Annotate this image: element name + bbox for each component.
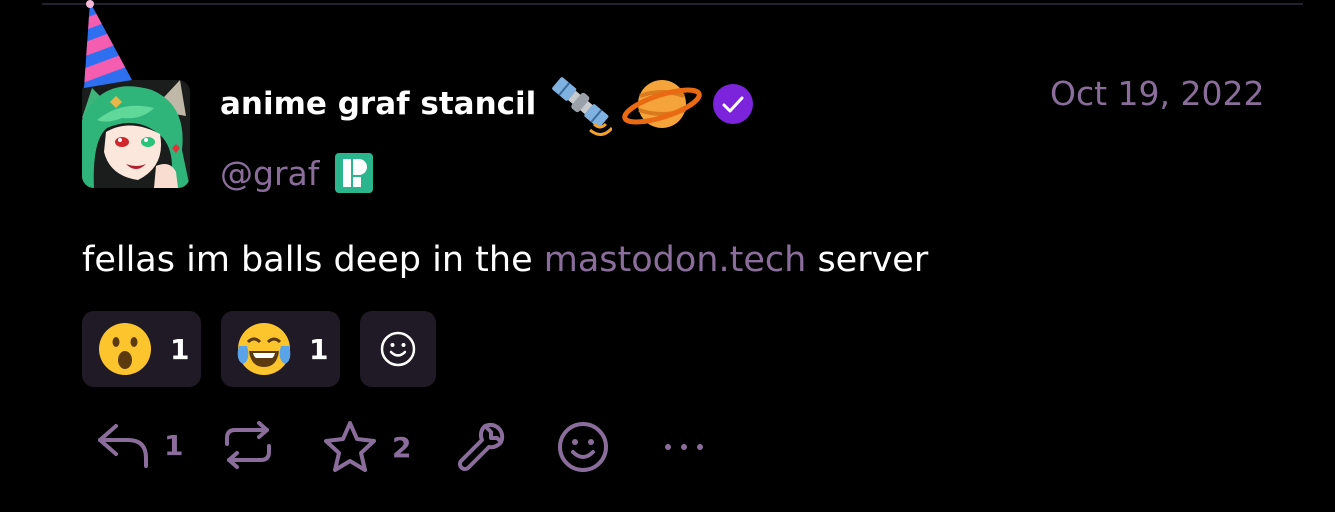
actions-button[interactable]	[455, 420, 507, 472]
favorite-count: 2	[392, 430, 412, 464]
add-reaction-button[interactable]	[360, 311, 436, 387]
author-name-row: anime graf stancil	[220, 66, 754, 142]
party-hat-icon	[84, 0, 132, 88]
display-name[interactable]: anime graf stancil	[220, 86, 536, 122]
reaction-laughing[interactable]: 1	[221, 311, 340, 387]
pleroma-icon	[335, 153, 374, 193]
user-handle[interactable]: @graf	[220, 154, 319, 193]
smiley-icon	[558, 422, 608, 472]
reaction-surprised[interactable]: 1	[82, 311, 201, 387]
avatar[interactable]	[82, 80, 190, 188]
star-icon	[324, 421, 376, 472]
face-with-open-mouth-icon	[99, 323, 151, 375]
handle-row: @graf	[220, 150, 374, 196]
ringed-planet-emoji-icon	[622, 80, 703, 128]
post-text-end: server	[806, 240, 929, 280]
post: anime graf stancil @graf Oct 19, 2022 fe…	[0, 0, 1335, 512]
reply-count: 1	[164, 428, 184, 462]
divider	[42, 3, 1303, 5]
reply-icon	[98, 424, 148, 468]
favorite-button[interactable]: 2	[322, 420, 411, 474]
react-button[interactable]	[556, 420, 610, 474]
more-button[interactable]	[662, 420, 708, 474]
post-text-start: fellas im balls deep in the	[82, 240, 544, 280]
post-content: fellas im balls deep in the mastodon.tec…	[82, 240, 928, 280]
reaction-count: 1	[309, 332, 329, 366]
verified-badge-icon	[713, 84, 754, 124]
wrench-icon	[458, 422, 505, 471]
reply-button[interactable]: 1	[96, 420, 183, 470]
more-icon	[665, 444, 703, 450]
satellite-emoji-icon	[552, 77, 613, 136]
reaction-count: 1	[170, 332, 190, 366]
post-link[interactable]: mastodon.tech	[544, 240, 807, 280]
face-with-tears-of-joy-icon	[237, 323, 291, 375]
smiley-icon	[380, 331, 416, 367]
repeat-icon	[225, 421, 271, 469]
repeat-button[interactable]	[221, 420, 275, 470]
post-date[interactable]: Oct 19, 2022	[1050, 74, 1265, 113]
